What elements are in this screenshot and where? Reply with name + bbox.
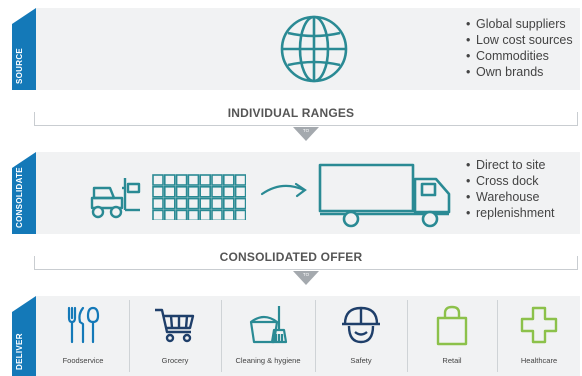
deliver-band: DELIVER Foodservice Grocery Cleaning & h… [12,296,580,376]
deliver-item-retail: Retail [408,300,496,372]
pallet-box [234,197,246,210]
bullet-item: Low cost sources [466,32,573,48]
pallet-box [175,209,188,220]
consolidate-tab-label: CONSOLIDATE [15,167,24,228]
pallet-box [199,197,212,210]
bullet-continuation: replenishment [466,205,555,221]
deliver-item-label: Retail [442,356,462,365]
tab-corner [12,296,36,312]
pallet-box [223,174,235,186]
deliver-item-label: Healthcare [520,356,558,365]
pallet-box [187,209,200,220]
pallet-box [223,186,235,198]
pallet-box [211,197,223,210]
bullet-item: Global suppliers [466,16,573,32]
deliver-tab: DELIVER [12,296,36,376]
globe-icon [280,15,348,83]
shopping-bag-icon [436,305,468,346]
source-tab: SOURCE [12,8,36,90]
to-arrow-text: TO [302,128,310,133]
deliver-item-foodservice: Foodservice [38,300,128,372]
pallet-box [234,209,246,220]
deliver-item-cleaning-hygiene: Cleaning & hygiene [222,300,314,372]
to-arrow-text: TO [302,272,310,277]
cleaning-bucket-icon [249,306,288,344]
bullet-item: Warehouse [466,189,555,205]
source-band: SOURCE Global suppliers Low cost sources… [12,8,580,90]
pallet-box [223,209,235,220]
tab-corner [12,8,36,24]
consolidate-tab: CONSOLIDATE [12,152,36,234]
pallet-box [223,197,235,210]
pallet-box [175,197,188,210]
deliver-item-grocery: Grocery [130,300,220,372]
pallet-box [152,174,164,186]
cutlery-icon [67,306,100,344]
individual-ranges-title: INDIVIDUAL RANGES [227,106,355,120]
pallet-box [164,186,176,198]
pallet-box [211,209,223,220]
shopping-cart-icon [155,308,195,343]
deliver-item-label: Foodservice [62,356,104,365]
truck-icon [318,163,451,228]
pallet-box [164,174,176,186]
deliver-tab-label: DELIVER [15,333,24,370]
pallet-box [164,197,176,210]
deliver-item-label: Safety [350,356,372,365]
bullet-item: Own brands [466,64,573,80]
consolidate-band: CONSOLIDATE Direct to [12,152,580,234]
pallet-box [152,197,164,210]
tab-corner [12,152,36,168]
pallet-box [175,186,188,198]
forklift-icon [90,178,141,219]
bullet-item: Commodities [466,48,573,64]
pallet-box [187,186,200,198]
deliver-item-label: Cleaning & hygiene [235,356,301,365]
pallet-box [175,174,188,186]
curved-arrow-icon [260,182,307,198]
deliver-item-safety: Safety [316,300,406,372]
consolidated-offer-title: CONSOLIDATED OFFER [219,250,363,264]
pallet-box [199,209,212,220]
pallet-box [187,174,200,186]
bullet-item: Direct to site [466,157,555,173]
source-tab-label: SOURCE [15,47,24,84]
pallet-box [187,197,200,210]
bullet-item: Cross dock [466,173,555,189]
pallet-box [152,209,164,220]
pallet-box [199,174,212,186]
pallet-grid-icon [152,174,246,220]
pallet-box [234,174,246,186]
hard-hat-icon [342,306,380,344]
medical-cross-icon [520,306,558,344]
source-bullet-list: Global suppliers Low cost sources Commod… [466,16,573,80]
pallet-box [164,209,176,220]
pallet-box [211,186,223,198]
consolidate-bullet-list: Direct to site Cross dock Warehouse repl… [466,157,555,221]
deliver-item-label: Grocery [161,356,189,365]
pallet-box [234,186,246,198]
pallet-box [199,186,212,198]
bullet-continuation-text: replenishment [476,206,555,220]
pallet-box [152,186,164,198]
deliver-item-healthcare: Healthcare [498,300,580,372]
pallet-box [211,174,223,186]
